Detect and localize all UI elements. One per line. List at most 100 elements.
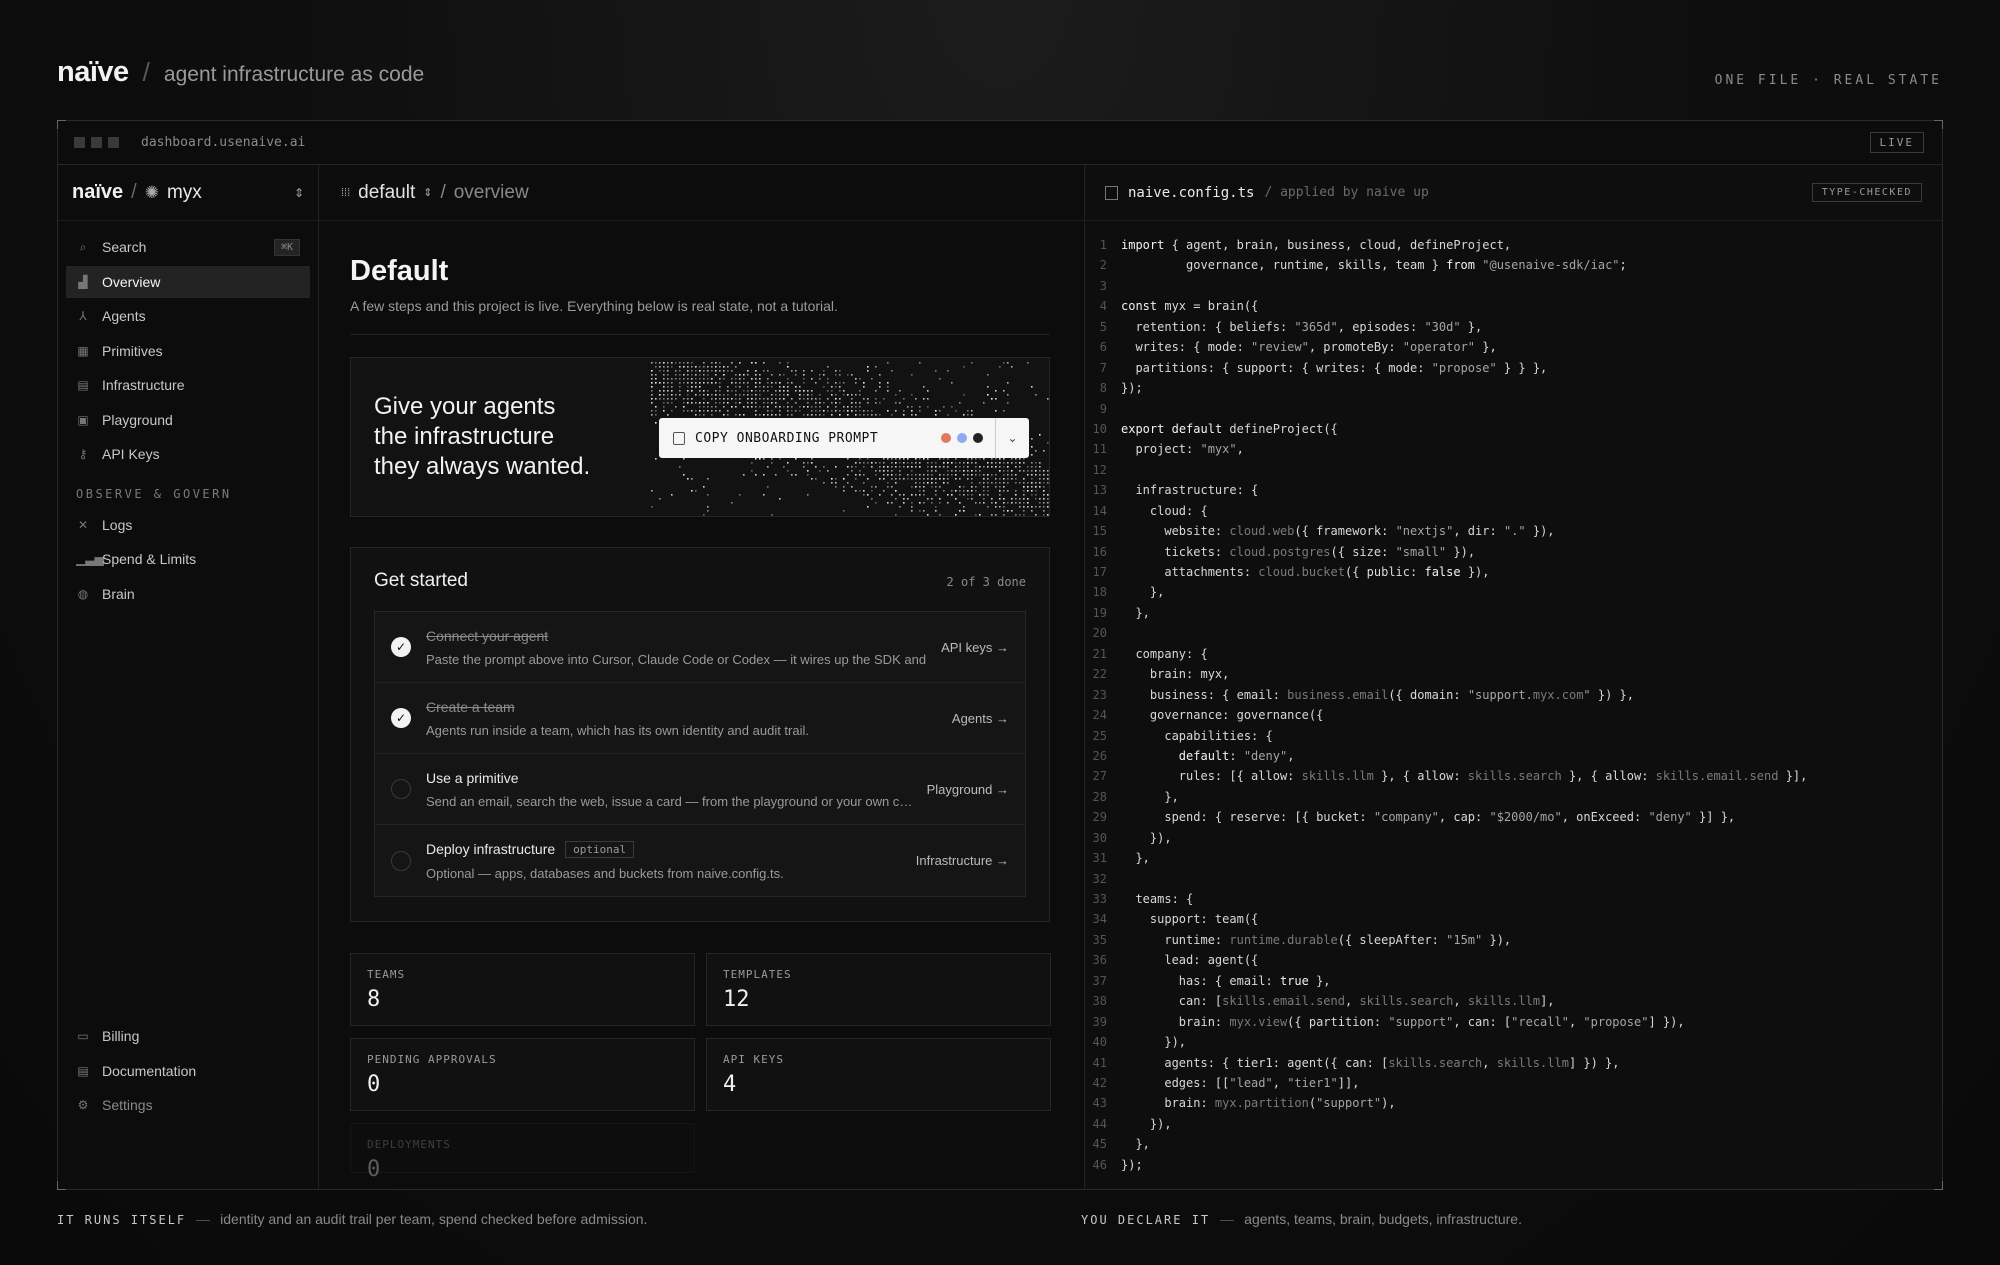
step-use-primitive[interactable]: Use a primitive Send an email, search th… bbox=[375, 754, 1025, 825]
pattern-dot bbox=[879, 462, 881, 464]
step-deploy-infrastructure[interactable]: Deploy infrastructure optional Optional … bbox=[375, 825, 1025, 896]
pattern-dot bbox=[767, 402, 769, 404]
code-text: infrastructure: { bbox=[1121, 483, 1259, 498]
pattern-dot bbox=[691, 386, 693, 388]
window-dot[interactable] bbox=[108, 137, 119, 148]
pattern-dot bbox=[687, 362, 689, 364]
pattern-dot bbox=[847, 414, 849, 416]
pattern-dot bbox=[815, 406, 817, 408]
stat-label: TEAMS bbox=[367, 968, 406, 981]
sidebar-item-overview[interactable]: ▟ Overview bbox=[66, 265, 310, 298]
window-dot[interactable] bbox=[91, 137, 102, 148]
pattern-dot bbox=[903, 494, 905, 496]
pattern-dot bbox=[955, 410, 957, 412]
pattern-dot bbox=[843, 390, 845, 392]
pattern-dot bbox=[999, 470, 1001, 472]
pattern-dot bbox=[695, 378, 697, 380]
pattern-dot bbox=[843, 486, 845, 488]
pattern-dot bbox=[863, 414, 865, 416]
copy-onboarding-prompt-button[interactable]: COPY ONBOARDING PROMPT ⌄ bbox=[659, 418, 1029, 458]
pattern-dot bbox=[715, 398, 717, 400]
pattern-dot bbox=[783, 390, 785, 392]
pattern-dot bbox=[751, 390, 753, 392]
pattern-dot bbox=[663, 386, 665, 388]
pattern-dot bbox=[1031, 386, 1033, 388]
code-lines[interactable]: 1 import { agent, brain, business, cloud,… bbox=[1085, 221, 1942, 1175]
stat-pending-approvals[interactable]: PENDING APPROVALS 0 bbox=[350, 1038, 695, 1111]
sidebar-item-brain[interactable]: ◍ Brain bbox=[66, 578, 310, 610]
pattern-dot bbox=[699, 386, 701, 388]
onboarding-hero: Give your agents the infrastructure they… bbox=[350, 357, 1050, 517]
sidebar-item-spend[interactable]: ▁▃▅ Spend & Limits bbox=[66, 543, 310, 575]
pattern-dot bbox=[991, 466, 993, 468]
pattern-dot bbox=[1015, 478, 1017, 480]
sidebar-item-search[interactable]: ⌕ Search ⌘K bbox=[66, 231, 310, 263]
pattern-dot bbox=[967, 470, 969, 472]
pattern-dot bbox=[719, 398, 721, 400]
pattern-dot bbox=[735, 390, 737, 392]
breadcrumb-env[interactable]: default bbox=[358, 182, 415, 204]
pattern-dot bbox=[1015, 466, 1017, 468]
window-titlebar: dashboard.usenaive.ai LIVE bbox=[58, 121, 1942, 165]
pattern-dot bbox=[999, 506, 1001, 508]
pattern-dot bbox=[867, 414, 869, 416]
pattern-dot bbox=[1035, 514, 1037, 516]
pattern-dot bbox=[847, 394, 849, 396]
sidebar-item-billing[interactable]: ▭ Billing bbox=[66, 1020, 310, 1052]
pattern-dot bbox=[855, 490, 857, 492]
step-create-team[interactable]: ✓ Create a team Agents run inside a team… bbox=[375, 683, 1025, 754]
sidebar-slash: / bbox=[131, 181, 137, 203]
step-link-api-keys[interactable]: API keys → bbox=[941, 640, 1009, 655]
sidebar-item-primitives[interactable]: ▦ Primitives bbox=[66, 335, 310, 367]
pattern-dot bbox=[739, 494, 741, 496]
pattern-dot bbox=[943, 462, 945, 464]
stat-templates[interactable]: TEMPLATES 12 bbox=[706, 953, 1051, 1026]
window-dot[interactable] bbox=[74, 137, 85, 148]
pattern-dot bbox=[779, 362, 781, 364]
pattern-dot bbox=[935, 410, 937, 412]
pattern-dot bbox=[903, 498, 905, 500]
pattern-dot bbox=[995, 502, 997, 504]
pattern-dot bbox=[919, 486, 921, 488]
pattern-dot bbox=[851, 398, 853, 400]
step-connect-agent[interactable]: ✓ Connect your agent Paste the prompt ab… bbox=[375, 612, 1025, 683]
pattern-dot bbox=[663, 390, 665, 392]
pattern-dot bbox=[955, 466, 957, 468]
chevron-updown-icon[interactable]: ⇕ bbox=[423, 186, 432, 199]
pattern-dot bbox=[963, 414, 965, 416]
code-text: tickets: cloud.postgres({ size: "small" … bbox=[1121, 544, 1476, 559]
pattern-dot bbox=[1043, 494, 1045, 496]
pattern-dot bbox=[903, 478, 905, 480]
chevron-down-icon[interactable]: ⌄ bbox=[995, 418, 1029, 458]
step-link-infrastructure[interactable]: Infrastructure → bbox=[916, 853, 1009, 868]
sidebar-item-documentation[interactable]: ▤ Documentation bbox=[66, 1055, 310, 1087]
pattern-dot bbox=[995, 486, 997, 488]
sidebar-item-agents[interactable]: ⅄ Agents bbox=[66, 300, 310, 332]
pattern-dot bbox=[751, 470, 753, 472]
stat-teams[interactable]: TEAMS 8 bbox=[350, 953, 695, 1026]
pattern-dot bbox=[839, 370, 841, 372]
pattern-dot bbox=[915, 486, 917, 488]
stat-api-keys[interactable]: API KEYS 4 bbox=[706, 1038, 1051, 1111]
sidebar-item-settings[interactable]: ⚙ Settings bbox=[66, 1089, 310, 1121]
pattern-dot bbox=[911, 478, 913, 480]
step-link-playground[interactable]: Playground → bbox=[927, 782, 1009, 797]
pattern-dot bbox=[811, 394, 813, 396]
sidebar-item-infrastructure[interactable]: ▤ Infrastructure bbox=[66, 369, 310, 401]
step-link-agents[interactable]: Agents → bbox=[952, 711, 1009, 726]
pattern-dot bbox=[675, 406, 677, 408]
sidebar-item-logs[interactable]: ✕ Logs bbox=[66, 509, 310, 541]
pattern-dot bbox=[1015, 458, 1017, 460]
pattern-dot bbox=[727, 386, 729, 388]
pattern-dot bbox=[1039, 474, 1041, 476]
stat-deployments[interactable]: DEPLOYMENTS 0 bbox=[350, 1123, 695, 1182]
code-line: 41 agents: { tier1: agent({ can: [skills… bbox=[1085, 1053, 1942, 1073]
pattern-dot bbox=[919, 478, 921, 480]
workspace-switcher[interactable]: naïve / ✺ myx ⇕ bbox=[58, 165, 318, 221]
pattern-dot bbox=[687, 410, 689, 412]
sidebar-item-playground[interactable]: ▣ Playground bbox=[66, 404, 310, 436]
pattern-dot bbox=[1003, 498, 1005, 500]
sidebar-item-api-keys[interactable]: ⚷ API Keys bbox=[66, 438, 310, 470]
pattern-dot bbox=[967, 462, 969, 464]
pattern-dot bbox=[803, 374, 805, 376]
